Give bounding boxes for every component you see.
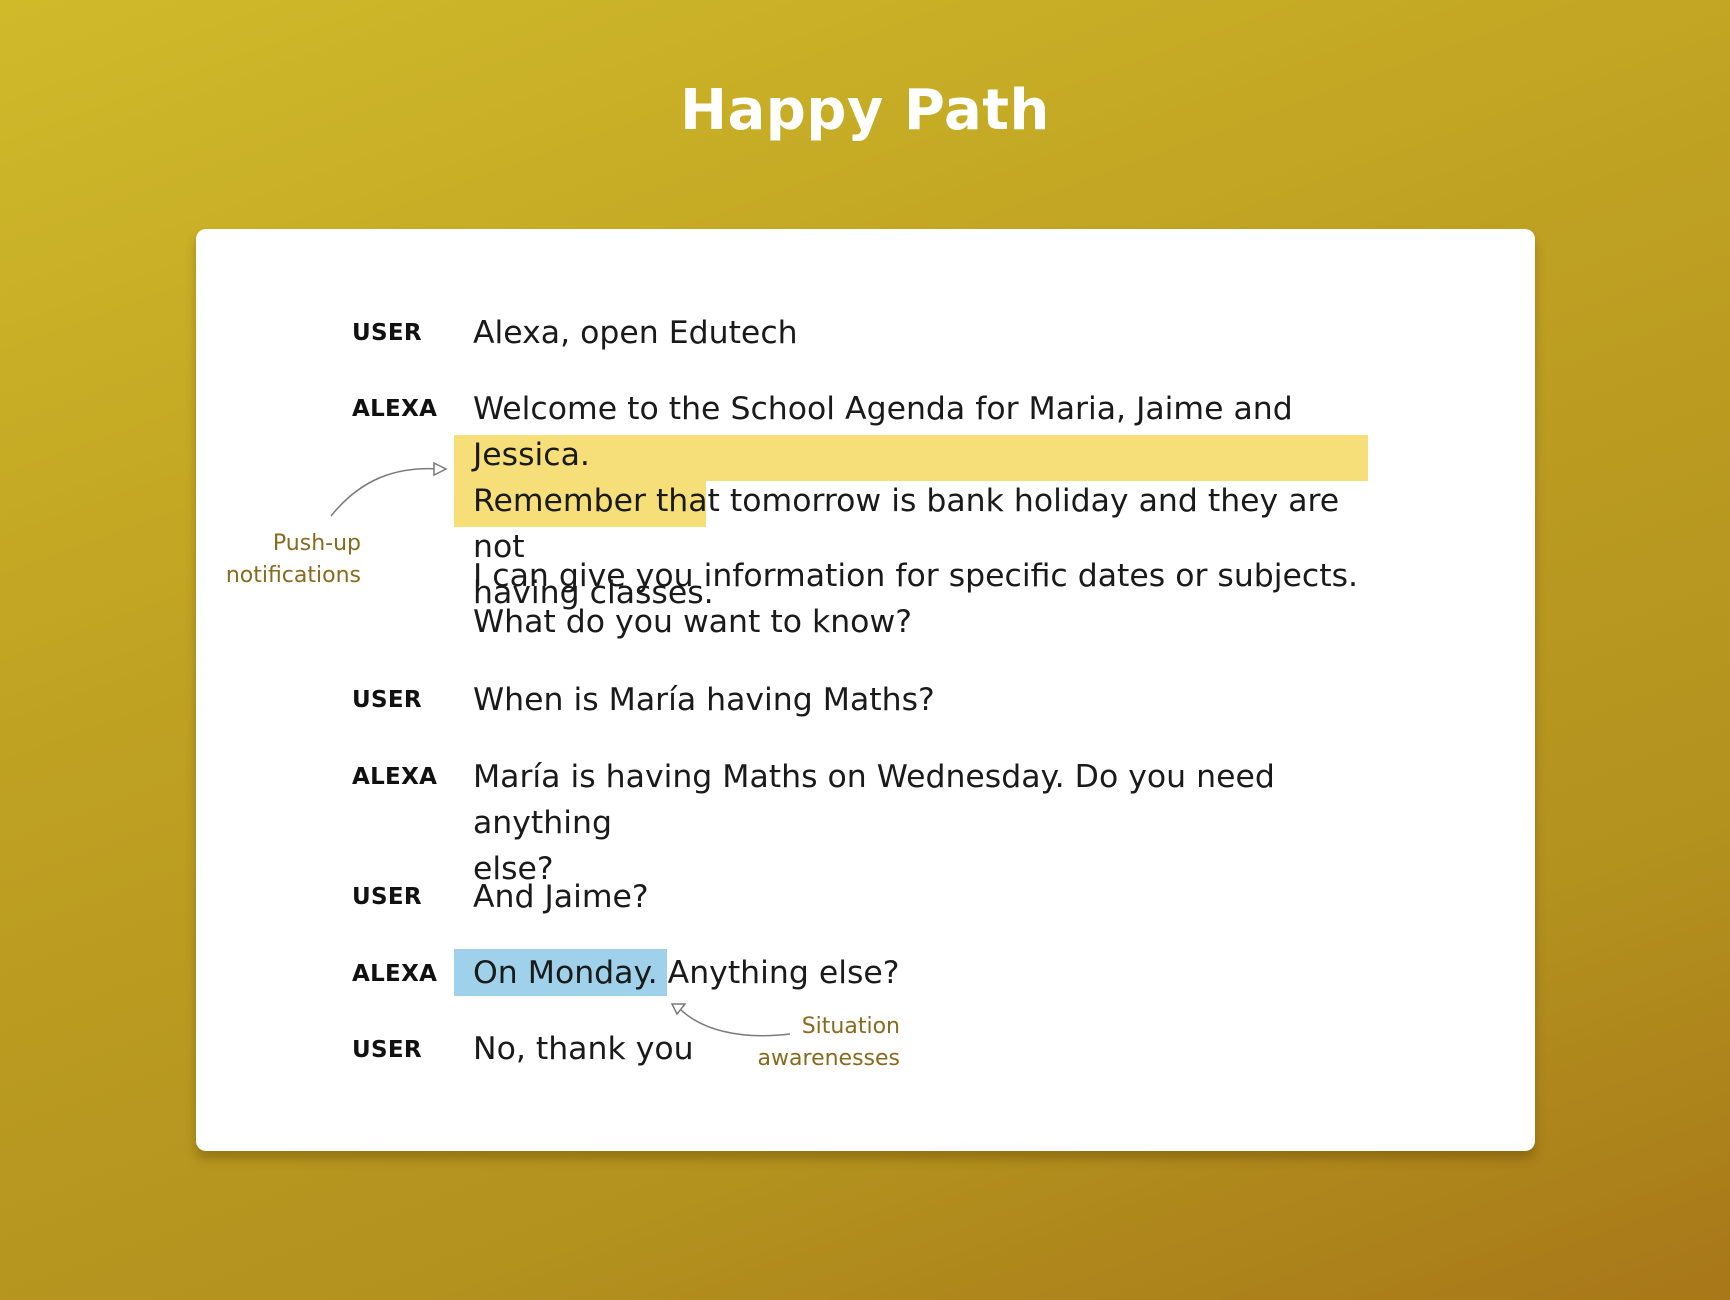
situation-arrow-icon <box>670 1003 791 1037</box>
